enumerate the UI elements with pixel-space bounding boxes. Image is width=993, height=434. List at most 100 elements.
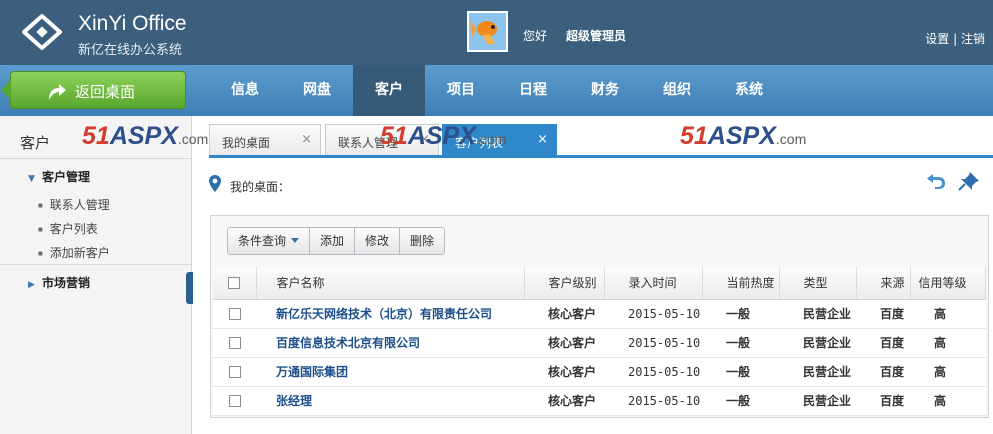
column-header-name[interactable]: 客户名称 [256,267,525,300]
location-pin-icon [209,175,221,192]
button-label: 条件查询 [238,234,287,248]
table-row[interactable]: 新亿乐天网络技术（北京）有限责任公司 核心客户 2015-05-10 一般 民营… [213,299,986,329]
customer-name-link[interactable]: 张经理 [256,386,524,416]
cell-source: 百度 [856,386,910,416]
sidebar-group-customer-management[interactable]: ▼ 客户管理 [28,168,90,185]
sidebar-group-marketing[interactable]: ▶ 市场营销 [28,274,90,291]
table-row[interactable]: 百度信息技术北京有限公司 核心客户 2015-05-10 一般 民营企业 百度 … [213,328,986,358]
goldfish-avatar-icon [469,13,506,50]
cell-type: 民营企业 [779,299,856,329]
greeting-text: 您好 [523,29,548,43]
customer-name-link[interactable]: 万通国际集团 [256,357,524,387]
tab-label: 我的桌面 [222,136,271,150]
condition-query-button[interactable]: 条件查询 [227,227,311,255]
divider [0,264,192,265]
edit-button[interactable]: 修改 [354,227,401,255]
sidebar-item-contacts[interactable]: 联系人管理 [38,196,110,213]
column-header-heat[interactable]: 当前热度 [702,267,780,300]
cell-source: 百度 [856,328,910,358]
undo-icon[interactable] [926,171,946,189]
sidebar-title: 客户 [20,134,51,152]
triangle-right-icon: ▶ [28,280,35,290]
back-to-desktop-button[interactable]: 返回桌面 [1,71,186,109]
cell-date: 2015-05-10 [604,357,702,387]
tab-bar: 我的桌面 × 联系人管理 × 客户列表 × [209,124,993,158]
column-header-credit[interactable]: 信用等级 [910,267,986,300]
watermark-logo: 51ASPX.com [82,122,209,150]
column-header-type[interactable]: 类型 [779,267,857,300]
link-separator: | [953,32,958,46]
cell-credit: 高 [910,357,986,387]
cell-date: 2015-05-10 [604,328,702,358]
delete-button[interactable]: 删除 [399,227,446,255]
cell-heat: 一般 [702,357,779,387]
brand-subtitle: 新亿在线办公系统 [78,43,183,58]
sidebar-item-customer-list[interactable]: 客户列表 [38,220,98,237]
cell-heat: 一般 [702,328,779,358]
customer-name-link[interactable]: 新亿乐天网络技术（北京）有限责任公司 [256,299,524,329]
cell-heat: 一般 [702,299,779,329]
username-text: 超级管理员 [566,29,627,43]
sidebar: 客户 ▼客户管理 联系人管理 客户列表 添加新客户 ▶市场营销 [0,116,193,434]
table-row[interactable]: 万通国际集团 核心客户 2015-05-10 一般 民营企业 百度 高 [213,357,986,387]
customer-table: 客户名称 客户级别 录入时间 当前热度 类型 来源 信用等级 新亿乐天网络技术（… [213,267,986,416]
cell-heat: 一般 [702,386,779,416]
watermark-logo: 51ASPX.com [380,122,507,150]
row-checkbox[interactable] [228,308,241,320]
nav-item-netdisk[interactable]: 网盘 [281,65,353,116]
logout-link[interactable]: 注销 [961,32,985,46]
nav-item-finance[interactable]: 财务 [569,65,641,116]
toolbar: 条件查询 添加 修改 删除 [227,227,446,255]
row-checkbox[interactable] [228,395,241,407]
column-header-source[interactable]: 来源 [856,267,911,300]
cell-level: 核心客户 [524,328,604,358]
avatar[interactable] [467,11,508,52]
nav-item-organization[interactable]: 组织 [641,65,713,116]
row-select-cell [213,299,256,329]
cell-credit: 高 [910,299,986,329]
logo-icon [22,14,62,50]
cell-credit: 高 [910,386,986,416]
customer-list-panel: 条件查询 添加 修改 删除 客户名称 客户级别 录入时间 当前热度 类型 来源 … [210,215,989,418]
sidebar-collapse-handle[interactable] [186,272,193,304]
row-select-cell [213,357,256,387]
row-checkbox[interactable] [228,337,241,349]
row-checkbox[interactable] [228,366,241,378]
header-links: 设置 | 注销 [925,30,985,47]
nav-item-projects[interactable]: 项目 [425,65,497,116]
select-all-checkbox[interactable] [228,277,241,290]
column-header-date[interactable]: 录入时间 [604,267,703,300]
nav-item-system[interactable]: 系统 [713,65,785,116]
main-nav: 返回桌面 信息 网盘 客户 项目 日程 财务 组织 系统 [0,65,993,116]
close-icon[interactable]: × [537,132,548,147]
cell-date: 2015-05-10 [604,299,702,329]
sidebar-item-add-customer[interactable]: 添加新客户 [38,244,110,261]
add-button[interactable]: 添加 [309,227,356,255]
close-icon[interactable]: × [301,132,312,147]
table-row[interactable]: 张经理 核心客户 2015-05-10 一般 民营企业 百度 高 [213,386,986,416]
nav-item-info[interactable]: 信息 [209,65,281,116]
cell-type: 民营企业 [779,328,856,358]
app-header: XinYi Office 新亿在线办公系统 您好 超级管理员 设置 | 注销 [0,0,993,65]
pin-icon[interactable] [958,171,980,191]
cell-credit: 高 [910,328,986,358]
select-all-cell [213,267,257,300]
curved-arrow-icon [49,84,66,100]
tab-my-desktop[interactable]: 我的桌面 × [209,124,321,155]
nav-item-customers[interactable]: 客户 [353,65,425,116]
settings-link[interactable]: 设置 [925,32,949,46]
cell-type: 民营企业 [779,357,856,387]
cell-source: 百度 [856,299,910,329]
watermark-logo: 51ASPX.com [680,122,807,150]
cell-source: 百度 [856,357,910,387]
cell-level: 核心客户 [524,386,604,416]
brand-title: XinYi Office [78,12,187,35]
table-header-row: 客户名称 客户级别 录入时间 当前热度 类型 来源 信用等级 [213,267,986,300]
tab-underline [209,155,993,158]
nav-item-schedule[interactable]: 日程 [497,65,569,116]
column-header-level[interactable]: 客户级别 [524,267,605,300]
caret-down-icon [291,238,300,243]
customer-name-link[interactable]: 百度信息技术北京有限公司 [256,328,524,358]
row-select-cell [213,386,256,416]
triangle-down-icon: ▼ [28,174,35,184]
